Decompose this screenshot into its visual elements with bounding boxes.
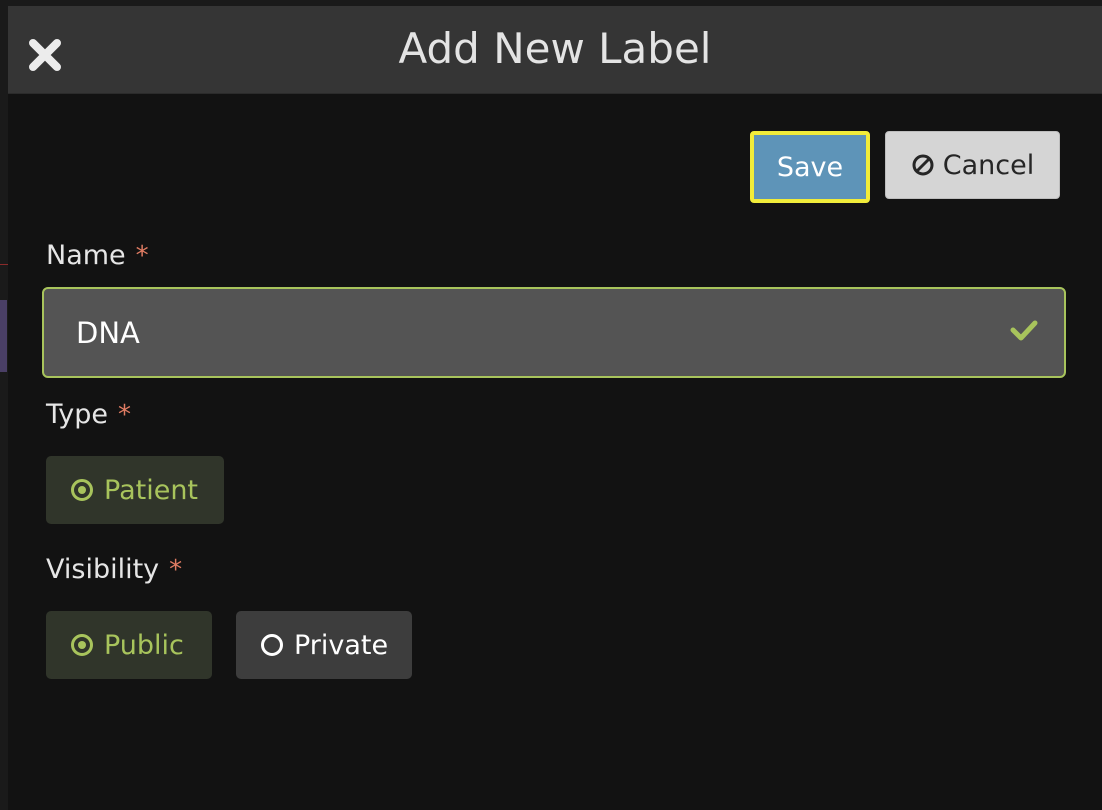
name-input[interactable] [76,289,996,376]
radio-checked-icon [70,478,94,502]
type-option-patient[interactable]: Patient [46,456,224,524]
dialog-header: Add New Label [8,6,1102,94]
radio-checked-icon [70,633,94,657]
visibility-option-public[interactable]: Public [46,611,212,679]
radio-unchecked-icon [260,633,284,657]
visibility-option-label: Public [104,629,184,661]
name-label-text: Name [46,240,126,271]
name-field[interactable] [42,287,1066,378]
check-icon [1010,319,1038,341]
type-option-label: Patient [104,474,199,506]
ban-icon [911,153,935,177]
dialog-title: Add New Label [398,24,712,73]
type-label-text: Type [46,399,109,430]
required-marker: * [169,555,183,585]
cancel-button[interactable]: Cancel [885,131,1060,199]
visibility-option-label: Private [294,629,389,661]
name-field-label: Name * [46,240,149,272]
type-field-label: Type * [46,399,131,431]
backdrop-divider [0,264,8,265]
required-marker: * [118,400,132,430]
add-label-dialog: Add New Label Save Cancel Name * Type * [8,6,1102,810]
backdrop-panel-edge [0,300,7,372]
required-marker: * [135,241,149,271]
visibility-option-private[interactable]: Private [236,611,412,679]
save-button[interactable]: Save [750,131,870,203]
cancel-button-label: Cancel [942,149,1035,181]
visibility-label-text: Visibility [46,554,160,585]
visibility-field-label: Visibility * [46,554,182,586]
